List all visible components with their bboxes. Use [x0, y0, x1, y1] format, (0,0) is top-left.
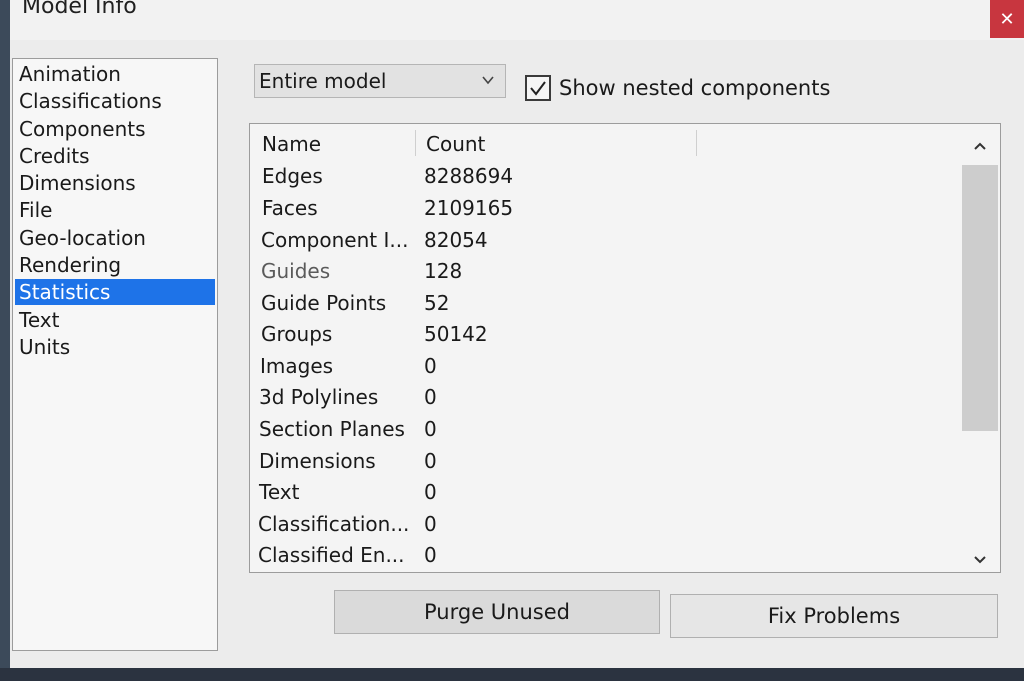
table-row: Classification... 0: [250, 512, 950, 542]
table-row: Edges 8288694: [250, 164, 950, 194]
scrollbar-thumb[interactable]: [962, 165, 998, 431]
row-count: 50142: [424, 322, 488, 346]
row-count: 0: [424, 449, 437, 473]
fix-problems-button[interactable]: Fix Problems: [670, 594, 998, 638]
row-count: 0: [424, 417, 437, 441]
table-row: Images 0: [250, 354, 950, 384]
window-title: Model Info: [22, 0, 137, 19]
category-item-text[interactable]: Text: [15, 307, 215, 333]
table-row: Dimensions 0: [250, 449, 950, 479]
row-count: 0: [424, 512, 437, 536]
row-count: 0: [424, 480, 437, 504]
desktop-edge-left: [0, 0, 10, 681]
column-separator[interactable]: [696, 130, 697, 156]
row-count: 2109165: [424, 196, 514, 220]
category-item-statistics[interactable]: Statistics: [15, 279, 215, 305]
row-name: Guides: [261, 259, 331, 283]
category-list[interactable]: Animation Classifications Components Cre…: [12, 58, 218, 651]
category-item-animation[interactable]: Animation: [15, 61, 215, 87]
category-item-dimensions[interactable]: Dimensions: [15, 170, 215, 196]
row-count: 0: [424, 385, 437, 409]
row-count: 128: [424, 259, 463, 283]
row-name: Images: [260, 354, 334, 378]
row-count: 0: [424, 543, 437, 567]
category-item-classifications[interactable]: Classifications: [15, 88, 215, 114]
row-name: 3d Polylines: [259, 385, 379, 409]
category-item-credits[interactable]: Credits: [15, 143, 215, 169]
column-header-count[interactable]: Count: [426, 132, 485, 156]
scope-dropdown[interactable]: Entire model: [254, 64, 506, 98]
close-button[interactable]: ✕: [990, 0, 1024, 38]
row-name: Classified En...: [258, 543, 405, 567]
column-separator[interactable]: [415, 130, 416, 156]
table-row: Component I... 82054: [250, 228, 950, 258]
row-count: 8288694: [424, 164, 514, 188]
table-row: Groups 50142: [250, 322, 950, 352]
row-count: 82054: [424, 228, 488, 252]
show-nested-label[interactable]: Show nested components: [559, 76, 830, 100]
show-nested-checkbox[interactable]: [525, 75, 551, 101]
close-icon: ✕: [999, 8, 1015, 30]
row-name: Guide Points: [261, 291, 387, 315]
category-item-geo-location[interactable]: Geo-location: [15, 225, 215, 251]
category-item-file[interactable]: File: [15, 197, 215, 223]
row-name: Classification...: [258, 512, 410, 536]
category-item-units[interactable]: Units: [15, 334, 215, 360]
scroll-down-arrow-icon[interactable]: [974, 553, 986, 565]
row-count: 0: [424, 354, 437, 378]
table-scrollbar[interactable]: [962, 131, 998, 570]
table-row: Guides 128: [250, 259, 950, 289]
scope-dropdown-value: Entire model: [259, 69, 387, 93]
row-name: Faces: [262, 196, 318, 220]
row-name: Component I...: [261, 228, 409, 252]
row-count: 52: [424, 291, 450, 315]
row-name: Section Planes: [259, 417, 405, 441]
row-name: Groups: [261, 322, 333, 346]
category-item-components[interactable]: Components: [15, 116, 215, 142]
title-bar: Model Info ✕: [10, 0, 1024, 40]
statistics-table: Name Count Edges 8288694 Faces 2109165 C…: [249, 123, 1001, 573]
checkmark-icon: [530, 81, 546, 96]
table-row: Faces 2109165: [250, 196, 950, 226]
column-header-name[interactable]: Name: [262, 132, 321, 156]
table-row: Classified En... 0: [250, 543, 950, 572]
row-name: Edges: [262, 164, 323, 188]
category-item-rendering[interactable]: Rendering: [15, 252, 215, 278]
table-row: 3d Polylines 0: [250, 385, 950, 415]
desktop-edge-bottom: [0, 668, 1024, 681]
table-row: Guide Points 52: [250, 291, 950, 321]
table-row: Text 0: [250, 480, 950, 510]
scroll-up-arrow-icon[interactable]: [974, 141, 986, 153]
row-name: Text: [259, 480, 300, 504]
purge-unused-button[interactable]: Purge Unused: [334, 590, 660, 634]
row-name: Dimensions: [259, 449, 376, 473]
table-row: Section Planes 0: [250, 417, 950, 447]
chevron-down-icon: [482, 76, 494, 85]
